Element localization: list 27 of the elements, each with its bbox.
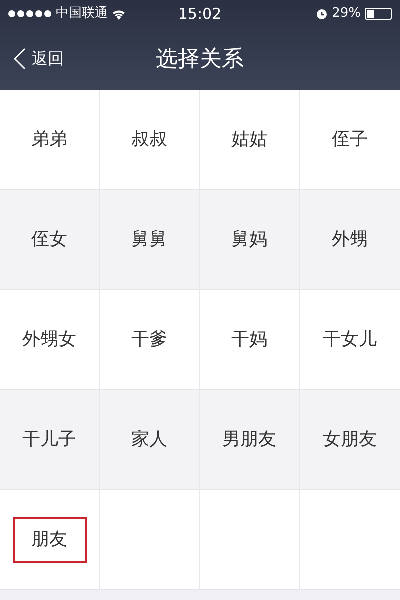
relation-option[interactable]: 侄女 bbox=[12, 216, 86, 262]
relation-option[interactable]: 姑姑 bbox=[212, 116, 286, 162]
relation-option[interactable]: 干爹 bbox=[112, 316, 186, 362]
relation-option[interactable]: 外甥女 bbox=[12, 316, 86, 362]
relation-option[interactable]: 干妈 bbox=[212, 316, 286, 362]
page-title: 选择关系 bbox=[156, 46, 244, 74]
back-chevron-icon bbox=[14, 48, 26, 70]
relation-option[interactable]: 侄子 bbox=[313, 116, 387, 162]
battery-percent: 29% bbox=[332, 5, 362, 24]
relation-option[interactable]: 男朋友 bbox=[212, 416, 286, 462]
wifi-icon bbox=[112, 8, 126, 20]
relation-option[interactable]: 叔叔 bbox=[112, 116, 186, 162]
alarm-clock-icon bbox=[316, 8, 328, 20]
relation-option[interactable]: 外甥 bbox=[313, 216, 387, 262]
relation-option[interactable]: 干女儿 bbox=[313, 316, 387, 362]
relation-option[interactable]: 女朋友 bbox=[313, 416, 387, 462]
relation-option[interactable]: 朋友 bbox=[12, 516, 86, 562]
signal-icon bbox=[8, 10, 52, 18]
status-time: 15:02 bbox=[178, 4, 222, 25]
relation-option[interactable]: 家人 bbox=[112, 416, 186, 462]
relation-option[interactable]: 舅妈 bbox=[212, 216, 286, 262]
relation-option[interactable]: 舅舅 bbox=[112, 216, 186, 262]
carrier-name: 中国联通 bbox=[56, 5, 108, 24]
battery-icon bbox=[365, 8, 392, 20]
relation-option[interactable]: 弟弟 bbox=[12, 116, 86, 162]
relation-option[interactable]: 干儿子 bbox=[12, 416, 86, 462]
back-button[interactable]: 返回 bbox=[14, 47, 64, 71]
